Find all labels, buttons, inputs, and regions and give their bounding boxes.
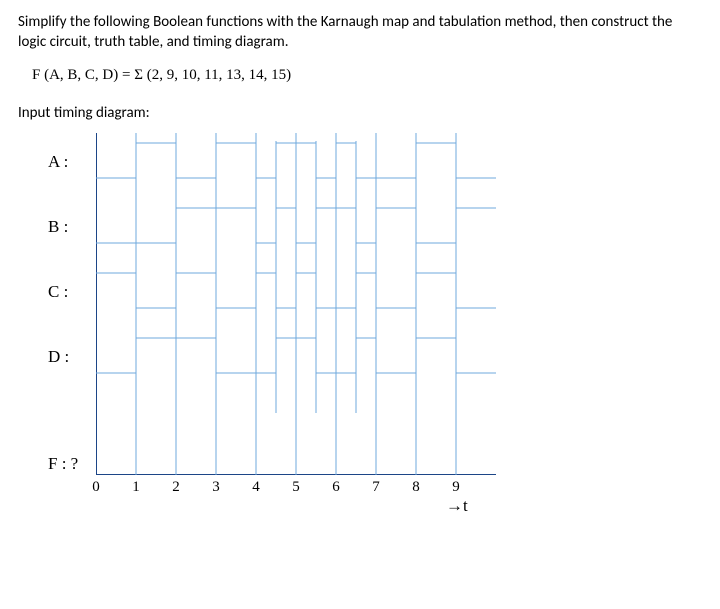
time-arrow-icon: →t	[446, 495, 468, 518]
tick-2: 2	[166, 477, 186, 497]
tick-8: 8	[406, 477, 426, 497]
timing-svg	[96, 133, 516, 475]
tick-1: 1	[126, 477, 146, 497]
signal-label-f: F : ?	[48, 453, 94, 476]
signal-label-a: A :	[48, 151, 84, 174]
signal-b-wave	[96, 208, 496, 243]
problem-statement: Simplify the following Boolean functions…	[18, 12, 702, 53]
signal-c-wave	[96, 273, 496, 308]
signal-label-d: D :	[48, 346, 84, 369]
signal-label-b: B :	[48, 216, 84, 239]
tick-6: 6	[326, 477, 346, 497]
timing-diagram: A : B : C : D : F : ?	[54, 133, 702, 513]
signal-label-c: C :	[48, 281, 84, 304]
tick-4: 4	[246, 477, 266, 497]
tick-0: 0	[86, 477, 106, 497]
boolean-function-formula: F (A, B, C, D) = Σ (2, 9, 10, 11, 13, 14…	[32, 65, 702, 85]
tick-7: 7	[366, 477, 386, 497]
timing-diagram-label: Input timing diagram:	[18, 103, 702, 123]
tick-3: 3	[206, 477, 226, 497]
tick-5: 5	[286, 477, 306, 497]
